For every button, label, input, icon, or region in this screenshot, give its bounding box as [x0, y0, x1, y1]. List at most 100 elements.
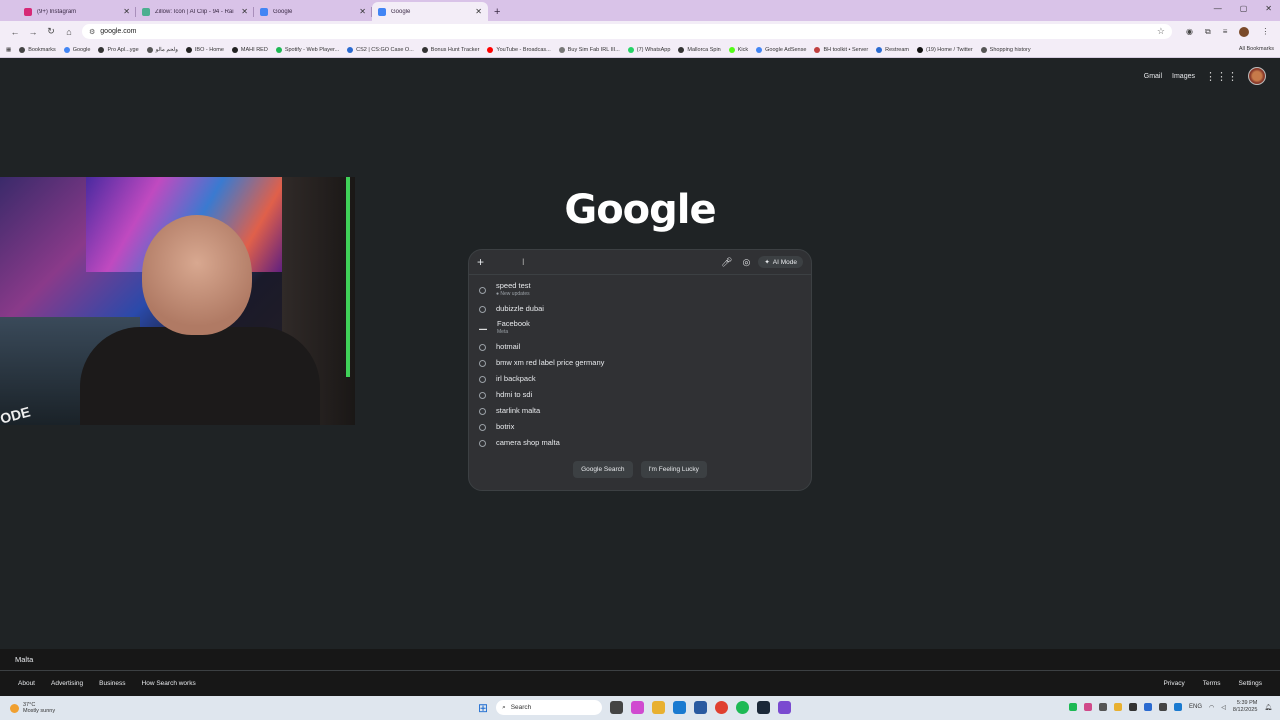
discord-icon[interactable] [778, 701, 792, 714]
suggestion-item[interactable]: botrix [469, 419, 811, 435]
apps-shortcut-icon[interactable]: ▦ [6, 47, 11, 53]
forward-icon[interactable]: → [24, 27, 42, 37]
file-explorer-icon[interactable] [652, 701, 666, 714]
apps-grid-icon[interactable]: ⋮⋮⋮ [1205, 70, 1238, 83]
language-indicator[interactable]: ENG [1189, 704, 1202, 710]
search-box[interactable]: + I 🎤︎ ◎ ✦ AI Mode speed test ● New updat… [468, 249, 812, 491]
footer-link[interactable]: How Search works [142, 680, 196, 687]
add-icon[interactable]: + [477, 255, 484, 269]
weather-widget[interactable]: 37°C Mostly sunny [0, 702, 55, 714]
steam-icon[interactable] [757, 701, 771, 714]
lens-icon[interactable]: ◎ [742, 257, 750, 268]
bookmark-item[interactable]: Bonus Hunt Tracker [421, 46, 479, 53]
suggestion-item[interactable]: bmw xm red label price germany [469, 355, 811, 371]
bookmark-item[interactable]: Bookmarks [19, 46, 56, 53]
bookmark-star-icon[interactable]: ☆ [1157, 26, 1165, 37]
suggestion-item[interactable]: irl backpack [469, 371, 811, 387]
suggestion-item[interactable]: starlink malta [469, 403, 811, 419]
bookmark-item[interactable]: Kick [728, 46, 748, 53]
bookmark-item[interactable]: Buy Sim Fab IRL III... [558, 46, 620, 53]
search-input-row[interactable]: + I 🎤︎ ◎ ✦ AI Mode [469, 250, 811, 275]
feeling-lucky-button[interactable]: I'm Feeling Lucky [640, 461, 707, 478]
taskbar-clock[interactable]: 5:39 PM 8/12/2025 [1233, 700, 1257, 714]
tab-close-icon[interactable]: ✕ [123, 7, 130, 16]
home-icon[interactable]: ⌂ [60, 27, 78, 37]
footer-link[interactable]: About [18, 680, 35, 687]
gmail-link[interactable]: Gmail [1144, 73, 1162, 80]
task-view-icon[interactable] [610, 701, 624, 714]
all-bookmarks[interactable]: All Bookmarks [1239, 46, 1274, 52]
bookmark-item[interactable]: IBO - Home [185, 46, 224, 53]
edge-icon[interactable] [673, 701, 687, 714]
address-bar[interactable]: ⚙ google.com ☆ [82, 24, 1172, 39]
bookmark-item[interactable]: CS2 | CS:GO Case O... [347, 46, 414, 53]
new-tab-button[interactable]: + [494, 6, 500, 18]
volume-icon[interactable]: ◁ [1221, 704, 1226, 711]
bookmark-item[interactable]: MAHI RED [231, 46, 268, 53]
maximize-icon[interactable]: ▢ [1240, 4, 1248, 13]
bookmark-item[interactable]: ولحم مالو [146, 46, 178, 53]
bookmark-item[interactable]: Pro Apl...yge [98, 46, 139, 53]
site-info-icon[interactable]: ⚙ [89, 28, 95, 36]
tray-app-icon[interactable] [1084, 703, 1093, 711]
ai-mode-button[interactable]: ✦ AI Mode [758, 256, 803, 268]
bookmark-item[interactable]: Shopping history [980, 46, 1031, 53]
notification-icon[interactable]: 🔔︎ [1264, 704, 1272, 711]
bookmark-item[interactable]: Restream [876, 46, 909, 53]
tray-app-icon[interactable] [1144, 703, 1153, 711]
bookmark-item[interactable]: Google [63, 46, 90, 53]
reload-icon[interactable]: ↻ [42, 26, 60, 37]
bookmark-item[interactable]: (19) Home / Twitter [917, 46, 973, 53]
bookmark-item[interactable]: Google AdSense [756, 46, 806, 53]
taskbar-search[interactable]: ⌕ Search [496, 700, 603, 715]
profile-avatar[interactable] [1239, 26, 1250, 37]
tab-search-icon[interactable]: ≡ [1223, 27, 1228, 36]
back-icon[interactable]: ← [6, 27, 24, 37]
footer-link[interactable]: Settings [1239, 680, 1263, 687]
tab-close-icon[interactable]: ✕ [359, 7, 366, 16]
browser-tab[interactable]: Zillow: Icon | AI Clip - 94 - Rai ✕ [136, 2, 254, 21]
spotify-icon[interactable] [736, 701, 750, 714]
windows-start-icon[interactable]: ⊞ [478, 701, 488, 715]
footer-link[interactable]: Business [99, 680, 125, 687]
tray-app-icon[interactable] [1129, 703, 1138, 711]
footer-link[interactable]: Terms [1203, 680, 1221, 687]
footer-link[interactable]: Advertising [51, 680, 83, 687]
microphone-icon[interactable]: 🎤︎ [721, 257, 732, 268]
bookmark-item[interactable]: (7) WhatsApp [627, 46, 670, 53]
suggestion-item[interactable]: dubizzle dubai [469, 301, 811, 317]
suggestion-item[interactable]: speed test ● New updates [469, 279, 811, 301]
tray-app-icon[interactable] [1114, 703, 1123, 711]
bookmark-item[interactable]: BH toolkit • Server [814, 46, 868, 53]
copilot-icon[interactable] [631, 701, 645, 714]
bookmark-item[interactable]: Mallorca Spin [678, 46, 721, 53]
footer-link[interactable]: Privacy [1163, 680, 1184, 687]
images-link[interactable]: Images [1172, 73, 1195, 80]
bookmark-item[interactable]: Spotify - Web Player... [275, 46, 339, 53]
menu-icon[interactable]: ⋮ [1261, 27, 1269, 36]
tray-app-icon[interactable] [1099, 703, 1108, 711]
bookmark-label: Shopping history [989, 46, 1031, 53]
suggestion-item[interactable]: hotmail [469, 339, 811, 355]
browser-tab[interactable]: Google ✕ [254, 2, 372, 21]
browser-tab[interactable]: (9+) Instagram ✕ [18, 2, 136, 21]
extensions-icon[interactable]: ⧉ [1205, 27, 1211, 37]
suggestion-item[interactable]: hdmi to sdi [469, 387, 811, 403]
minimize-icon[interactable]: — [1214, 4, 1222, 13]
chrome-icon[interactable] [715, 701, 729, 714]
account-avatar[interactable] [1248, 67, 1266, 85]
bluetooth-icon[interactable] [1174, 703, 1183, 711]
tray-app-icon[interactable] [1159, 703, 1168, 711]
suggestion-item[interactable]: ▬▬ Facebook Meta [469, 317, 811, 339]
tab-close-icon[interactable]: ✕ [475, 7, 482, 16]
tray-app-icon[interactable] [1069, 703, 1078, 711]
close-window-icon[interactable]: ✕ [1265, 4, 1272, 13]
tab-close-icon[interactable]: ✕ [241, 7, 248, 16]
suggestion-item[interactable]: camera shop malta [469, 435, 811, 451]
bookmark-item[interactable]: YouTube - Broadcas... [487, 46, 551, 53]
google-search-button[interactable]: Google Search [573, 461, 633, 478]
browser-tab[interactable]: Google ✕ [372, 2, 488, 21]
store-icon[interactable] [694, 701, 708, 714]
wifi-icon[interactable]: ◠ [1209, 704, 1214, 711]
audio-icon[interactable]: ◉ [1186, 27, 1193, 36]
